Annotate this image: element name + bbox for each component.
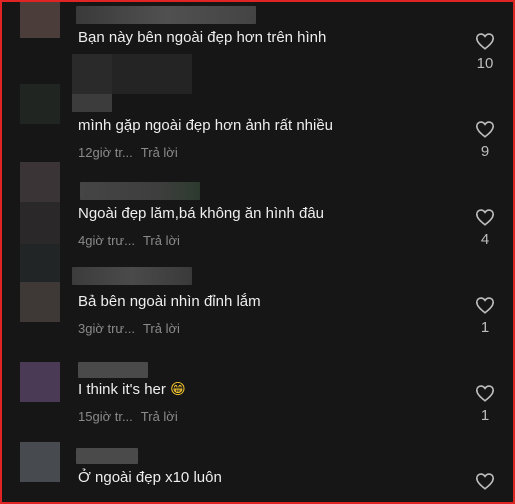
reply-link[interactable]: Trả lời (143, 321, 180, 336)
like-count: 1 (480, 407, 490, 424)
heart-outline-icon (475, 473, 495, 490)
blurred-username[interactable] (78, 362, 148, 378)
avatar[interactable] (20, 282, 60, 322)
comment-time: 12giờ tr... (78, 145, 133, 160)
grin-emoji-icon: 😁 (170, 381, 186, 398)
blurred-username[interactable] (76, 448, 138, 464)
heart-outline-icon (475, 33, 495, 50)
like-button[interactable] (472, 472, 498, 495)
comment-text: Bạn này bên ngoài đẹp hơn trên hình (78, 29, 327, 46)
blurred-image (72, 54, 112, 94)
blurred-username[interactable] (72, 267, 192, 285)
reply-link[interactable]: Trả lời (143, 233, 180, 248)
avatar[interactable] (20, 362, 60, 402)
heart-outline-icon (475, 121, 495, 138)
like-count: 1 (480, 319, 490, 336)
blurred-username[interactable] (80, 182, 200, 200)
blurred-image (20, 202, 60, 244)
comment-meta: 12giờ tr... Trả lời (78, 145, 178, 161)
comment-text: Bả bên ngoài nhìn đỉnh lắm (78, 293, 261, 310)
like-count: 4 (480, 231, 490, 248)
comment-meta: 4giờ trư... Trả lời (78, 233, 180, 249)
comment-time: 4giờ trư... (78, 233, 135, 248)
avatar[interactable] (20, 2, 60, 38)
comment-text: Ngoài đẹp lăm,bá không ăn hình đâu (78, 205, 325, 222)
comment-time: 15giờ tr... (78, 409, 133, 424)
comment-meta: 3giờ trư... Trả lời (78, 321, 180, 337)
blurred-image (112, 54, 192, 94)
reply-link[interactable]: Trả lời (141, 409, 178, 424)
comment-text: I think it's her 😁 (78, 380, 186, 400)
like-button[interactable]: 9 (472, 120, 498, 161)
blurred-username[interactable] (72, 94, 112, 112)
blurred-username[interactable] (76, 6, 256, 24)
like-button[interactable]: 10 (472, 32, 498, 73)
reply-link[interactable]: Trả lời (141, 145, 178, 160)
heart-outline-icon (475, 209, 495, 226)
like-button[interactable]: 1 (472, 296, 498, 337)
comment-text: mình gặp ngoài đẹp hơn ảnh rất nhiều (78, 117, 334, 134)
comment-text: Ở ngoài đẹp x10 luôn (78, 469, 222, 486)
blurred-image (20, 244, 60, 282)
like-button[interactable]: 1 (472, 384, 498, 425)
avatar[interactable] (20, 84, 60, 124)
comment-meta: 15giờ tr... Trả lời (78, 409, 178, 425)
comment-time: 3giờ trư... (78, 321, 135, 336)
like-count: 10 (476, 55, 494, 72)
heart-outline-icon (475, 297, 495, 314)
avatar[interactable] (20, 162, 60, 202)
avatar[interactable] (20, 442, 60, 482)
like-button[interactable]: 4 (472, 208, 498, 249)
comment-panel: Bạn này bên ngoài đẹp hơn trên hình 10 m… (0, 0, 515, 504)
like-count: 9 (480, 143, 490, 160)
comment-text-body: I think it's her (78, 381, 166, 398)
heart-outline-icon (475, 385, 495, 402)
